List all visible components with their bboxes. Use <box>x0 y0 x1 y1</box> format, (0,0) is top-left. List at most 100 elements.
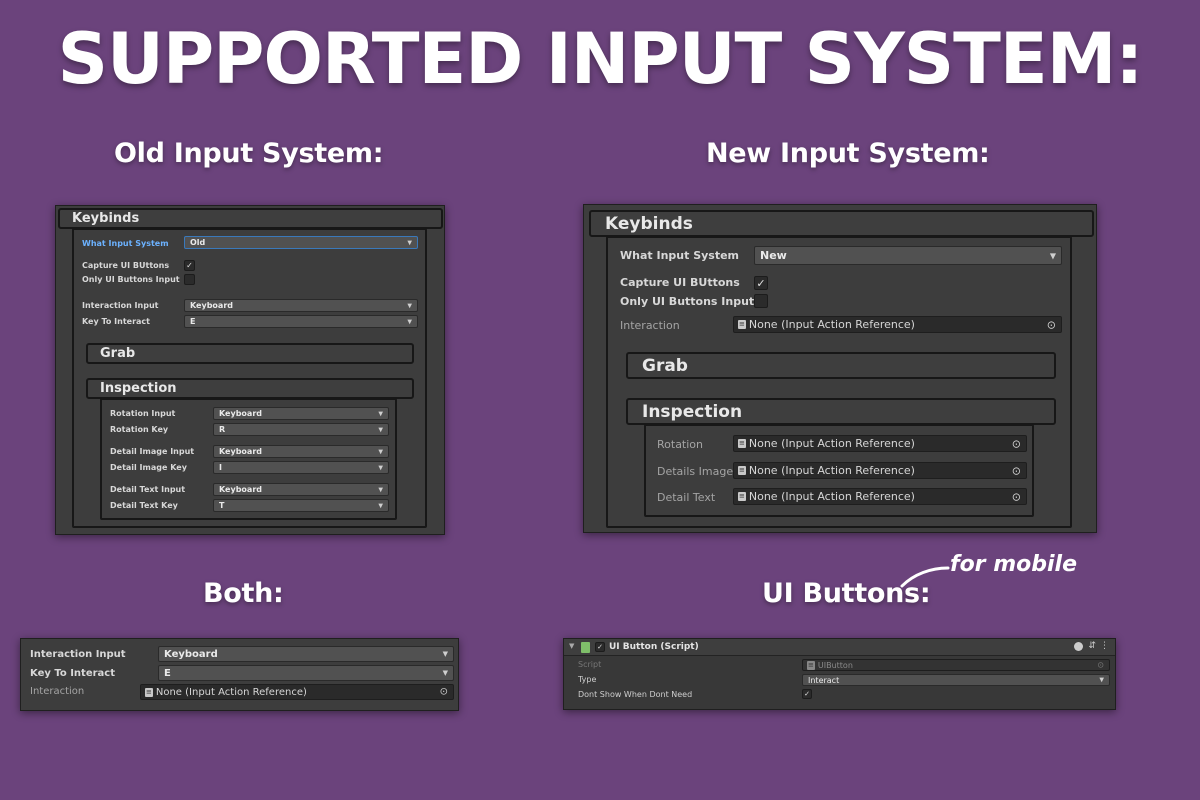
ui-button-panel: ▼ ✓ UI Button (Script) ⇵ ⋮ Script ≡ UIBu… <box>563 638 1116 710</box>
old-what-input-dropdown[interactable]: Old ▼ <box>184 236 418 249</box>
script-asset-icon: ≡ <box>145 687 153 697</box>
new-interaction-field[interactable]: ≡ None (Input Action Reference) ⊙ <box>733 316 1062 333</box>
both-interaction-input-value: Keyboard <box>164 648 218 660</box>
both-interaction-label: Interaction <box>30 686 85 697</box>
old-detail-image-key-dropdown[interactable]: I ▼ <box>213 461 389 474</box>
new-what-input-dropdown[interactable]: New ▼ <box>754 246 1062 265</box>
new-interaction-value: None (Input Action Reference) <box>748 318 915 331</box>
old-detail-image-input-value: Keyboard <box>219 447 262 456</box>
old-detail-text-key-dropdown[interactable]: T ▼ <box>213 499 389 512</box>
chevron-down-icon: ▼ <box>442 669 448 677</box>
old-keybinds-foldout[interactable]: Keybinds <box>58 208 443 229</box>
old-detail-text-input-dropdown[interactable]: Keyboard ▼ <box>213 483 389 496</box>
new-input-heading: New Input System: <box>706 138 990 169</box>
new-inspection-foldout[interactable]: Inspection <box>626 398 1056 425</box>
old-capture-checkbox[interactable]: ✓ <box>184 260 195 271</box>
new-capture-label: Capture UI BUttons <box>620 276 740 289</box>
script-asset-icon: ≡ <box>807 660 815 670</box>
old-grab-label: Grab <box>100 346 136 361</box>
old-detail-image-key-label: Detail Image Key <box>110 463 187 472</box>
chevron-down-icon: ▼ <box>407 302 412 309</box>
new-only-ui-checkbox[interactable] <box>754 294 768 308</box>
object-picker-icon[interactable]: ⊙ <box>1012 464 1021 477</box>
old-key-interact-value: E <box>190 317 196 326</box>
old-what-input-label: What Input System <box>82 239 169 248</box>
both-interaction-input-dropdown[interactable]: Keyboard ▼ <box>158 646 454 662</box>
chevron-down-icon: ▼ <box>378 448 383 455</box>
object-picker-icon[interactable]: ⊙ <box>1012 490 1021 503</box>
foldout-arrow-icon[interactable]: ▼ <box>569 642 574 650</box>
both-key-interact-dropdown[interactable]: E ▼ <box>158 665 454 681</box>
preset-icon[interactable]: ⇵ <box>1088 641 1096 651</box>
old-detail-text-input-value: Keyboard <box>219 485 262 494</box>
object-picker-icon[interactable]: ⊙ <box>440 687 448 698</box>
help-icon[interactable] <box>1074 642 1083 651</box>
old-rotation-input-value: Keyboard <box>219 409 262 418</box>
ui-type-value: Interact <box>808 675 840 685</box>
kebab-menu-icon[interactable]: ⋮ <box>1100 641 1109 651</box>
both-interaction-field[interactable]: ≡ None (Input Action Reference) ⊙ <box>140 684 454 700</box>
script-asset-icon: ≡ <box>738 439 746 448</box>
old-rotation-key-label: Rotation Key <box>110 425 169 434</box>
ui-script-field: ≡ UIButton ⊙ <box>802 659 1110 671</box>
new-detail-text-label: Detail Text <box>657 491 716 504</box>
old-only-ui-label: Only UI Buttons Input <box>82 275 180 284</box>
old-only-ui-checkbox[interactable] <box>184 274 195 285</box>
chevron-down-icon: ▼ <box>1049 251 1056 260</box>
object-picker-icon[interactable]: ⊙ <box>1047 318 1056 331</box>
script-asset-icon: ≡ <box>738 492 746 501</box>
new-grab-foldout[interactable]: Grab <box>626 352 1056 379</box>
new-what-input-value: New <box>760 249 787 262</box>
old-key-interact-dropdown[interactable]: E ▼ <box>184 315 418 328</box>
old-input-heading: Old Input System: <box>114 138 384 169</box>
old-grab-foldout[interactable]: Grab <box>86 343 414 364</box>
ui-dont-show-checkbox[interactable]: ✓ <box>802 689 812 699</box>
new-rotation-label: Rotation <box>657 438 704 451</box>
old-detail-image-key-value: I <box>219 463 222 472</box>
old-input-panel: Keybinds What Input System Old ▼ Capture… <box>55 205 445 535</box>
ui-type-dropdown[interactable]: Interact ▼ <box>802 674 1110 686</box>
check-icon: ✓ <box>597 642 603 651</box>
old-interaction-input-dropdown[interactable]: Keyboard ▼ <box>184 299 418 312</box>
new-details-image-value: None (Input Action Reference) <box>748 464 915 477</box>
old-what-input-value: Old <box>190 238 206 247</box>
component-header: ▼ ✓ UI Button (Script) ⇵ ⋮ <box>564 639 1115 656</box>
chevron-down-icon: ▼ <box>378 410 383 417</box>
old-inspection-label: Inspection <box>100 381 177 396</box>
old-inspection-foldout[interactable]: Inspection <box>86 378 414 399</box>
new-details-image-field[interactable]: ≡ None (Input Action Reference) ⊙ <box>733 462 1027 479</box>
new-grab-label: Grab <box>642 355 688 376</box>
old-rotation-input-label: Rotation Input <box>110 409 176 418</box>
ui-script-label: Script <box>578 660 602 669</box>
new-what-input-label: What Input System <box>620 249 740 262</box>
script-component-icon <box>581 642 590 653</box>
new-rotation-field[interactable]: ≡ None (Input Action Reference) ⊙ <box>733 435 1027 452</box>
old-detail-image-input-dropdown[interactable]: Keyboard ▼ <box>213 445 389 458</box>
chevron-down-icon: ▼ <box>378 486 383 493</box>
old-key-interact-label: Key To Interact <box>82 317 150 326</box>
page-title: SUPPORTED INPUT SYSTEM: <box>57 18 1144 100</box>
old-rotation-key-dropdown[interactable]: R ▼ <box>213 423 389 436</box>
old-rotation-input-dropdown[interactable]: Keyboard ▼ <box>213 407 389 420</box>
both-panel: Interaction Input Keyboard ▼ Key To Inte… <box>20 638 459 711</box>
both-key-interact-value: E <box>164 667 171 679</box>
new-interaction-label: Interaction <box>620 319 680 332</box>
old-keybinds-label: Keybinds <box>72 211 140 226</box>
for-mobile-note: for mobile <box>950 552 1077 577</box>
new-capture-checkbox[interactable]: ✓ <box>754 276 768 290</box>
check-icon: ✓ <box>186 260 193 270</box>
new-keybinds-foldout[interactable]: Keybinds <box>589 210 1094 237</box>
old-detail-text-key-value: T <box>219 501 225 510</box>
object-picker-icon: ⊙ <box>1097 660 1104 670</box>
object-picker-icon[interactable]: ⊙ <box>1012 437 1021 450</box>
both-interaction-value: None (Input Action Reference) <box>155 686 307 698</box>
both-interaction-input-label: Interaction Input <box>30 649 126 660</box>
new-detail-text-field[interactable]: ≡ None (Input Action Reference) ⊙ <box>733 488 1027 505</box>
new-only-ui-label: Only UI Buttons Input <box>620 295 755 308</box>
new-input-panel: Keybinds What Input System New ▼ Capture… <box>583 204 1097 533</box>
chevron-down-icon: ▼ <box>378 464 383 471</box>
chevron-down-icon: ▼ <box>407 239 412 246</box>
component-title: UI Button (Script) <box>609 642 699 652</box>
old-detail-image-input-label: Detail Image Input <box>110 447 195 456</box>
component-enabled-checkbox[interactable]: ✓ <box>595 642 605 652</box>
